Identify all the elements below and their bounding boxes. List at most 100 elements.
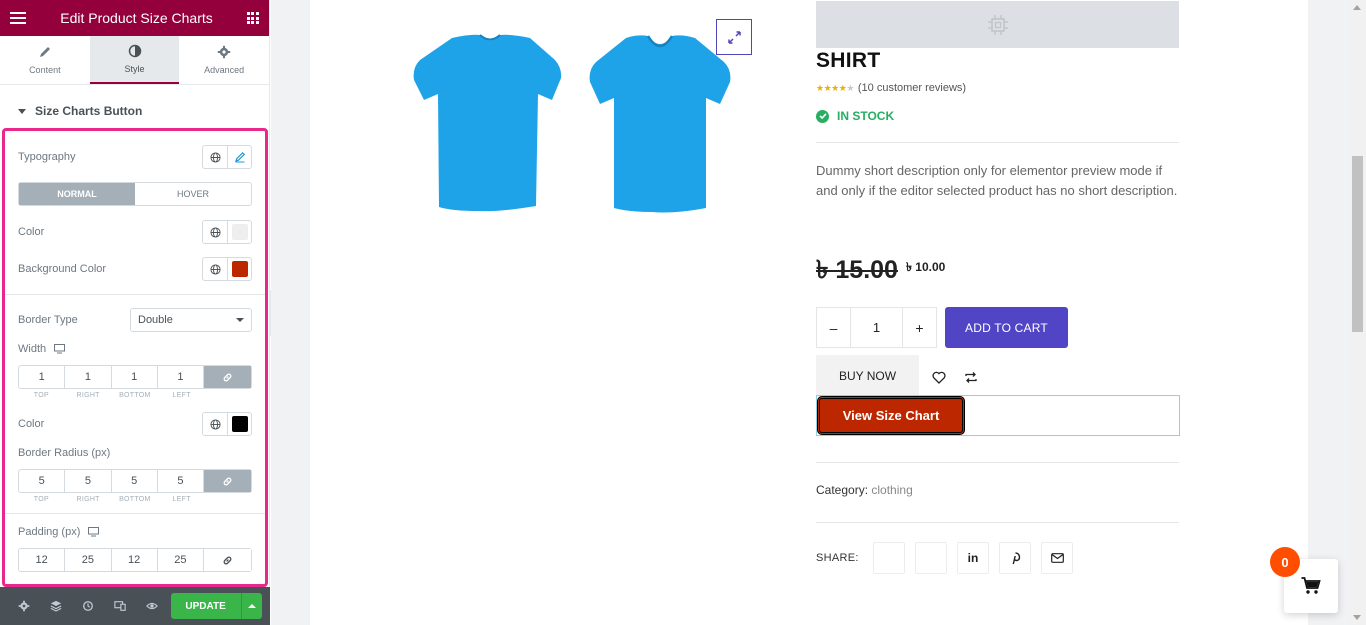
background-color-buttons bbox=[202, 257, 252, 281]
padding-right[interactable]: 25 bbox=[65, 549, 112, 571]
padding-top[interactable]: 12 bbox=[19, 549, 66, 571]
wishlist-heart-icon[interactable] bbox=[932, 371, 946, 384]
tshirt-back-image bbox=[413, 34, 562, 212]
globe-icon[interactable] bbox=[203, 221, 227, 243]
globe-icon[interactable] bbox=[203, 146, 227, 168]
link-values-icon[interactable] bbox=[204, 366, 251, 388]
background-color-control: Background Color bbox=[5, 256, 265, 282]
add-to-cart-button[interactable]: ADD TO CART bbox=[945, 307, 1068, 348]
section-size-charts-button[interactable]: Size Charts Button bbox=[0, 95, 269, 127]
border-color-swatch[interactable] bbox=[227, 413, 251, 435]
padding-left[interactable]: 25 bbox=[158, 549, 204, 571]
desktop-icon[interactable] bbox=[88, 527, 100, 537]
padding-bottom[interactable]: 12 bbox=[112, 549, 158, 571]
caret-up-icon bbox=[247, 604, 256, 608]
dim-label-top: TOP bbox=[33, 392, 49, 399]
app: Edit Product Size Charts Content Style A… bbox=[0, 0, 1366, 625]
scroll-down-arrow-icon[interactable] bbox=[1353, 615, 1361, 620]
linkedin-share-button[interactable]: in bbox=[957, 542, 989, 574]
category-link[interactable]: clothing bbox=[871, 483, 912, 497]
update-options-button[interactable] bbox=[240, 593, 263, 619]
globe-icon[interactable] bbox=[203, 258, 227, 280]
border-radius-left[interactable]: 5 bbox=[158, 470, 204, 492]
divider bbox=[5, 294, 265, 295]
tab-hover[interactable]: HOVER bbox=[135, 183, 251, 205]
radius-dim-labels: TOP RIGHT BOTTOM LEFT bbox=[18, 496, 252, 503]
twitter-share-button[interactable] bbox=[915, 542, 947, 574]
category-label: Category: bbox=[816, 483, 869, 497]
desktop-icon[interactable] bbox=[54, 344, 66, 354]
product-title: SHIRT bbox=[816, 49, 881, 72]
scroll-up-arrow-icon[interactable] bbox=[1353, 5, 1361, 10]
edit-pencil-icon[interactable] bbox=[227, 146, 251, 168]
border-width-left[interactable]: 1 bbox=[158, 366, 204, 388]
border-radius-top[interactable]: 5 bbox=[19, 470, 66, 492]
share-label: SHARE: bbox=[816, 552, 859, 564]
zoom-expand-button[interactable] bbox=[716, 19, 752, 55]
update-button[interactable]: UPDATE bbox=[170, 593, 241, 619]
linkedin-icon: in bbox=[967, 551, 979, 565]
border-color-control: Color bbox=[5, 411, 265, 437]
sale-price: ৳ 10.00 bbox=[906, 260, 946, 274]
border-width-right[interactable]: 1 bbox=[65, 366, 112, 388]
product-rating: ★ ★ ★ ★ ★ (10 customer reviews) bbox=[816, 82, 966, 94]
tab-advanced[interactable]: Advanced bbox=[179, 36, 269, 84]
border-color-buttons bbox=[202, 412, 252, 436]
buy-now-button[interactable]: BUY NOW bbox=[816, 355, 919, 397]
preview-eye-icon[interactable] bbox=[136, 587, 168, 625]
preview-canvas: SHIRT ★ ★ ★ ★ ★ (10 customer reviews) IN STO… bbox=[271, 0, 1366, 625]
link-values-icon[interactable] bbox=[204, 549, 251, 571]
page-scrollbar[interactable] bbox=[1349, 0, 1366, 625]
background-color-swatch[interactable] bbox=[227, 258, 251, 280]
navigator-layers-icon[interactable] bbox=[40, 587, 72, 625]
tab-style[interactable]: Style bbox=[89, 36, 180, 84]
tab-content-label: Content bbox=[29, 65, 61, 75]
color-label: Color bbox=[18, 226, 45, 238]
link-values-icon[interactable] bbox=[204, 470, 251, 492]
email-share-button[interactable] bbox=[1041, 542, 1073, 574]
quantity-increase-button[interactable]: + bbox=[902, 308, 936, 347]
responsive-mode-icon[interactable] bbox=[104, 587, 136, 625]
tab-normal[interactable]: NORMAL bbox=[19, 183, 135, 205]
panel-header: Edit Product Size Charts bbox=[0, 0, 269, 36]
quantity-decrease-button[interactable]: – bbox=[817, 308, 851, 347]
shopping-cart-icon bbox=[1301, 577, 1321, 594]
globe-icon[interactable] bbox=[203, 413, 227, 435]
compare-arrows-icon[interactable] bbox=[964, 371, 978, 384]
border-radius-label: Border Radius (px) bbox=[18, 447, 111, 459]
hamburger-menu-icon[interactable] bbox=[10, 12, 26, 24]
customer-reviews-link[interactable]: (10 customer reviews) bbox=[858, 82, 966, 94]
border-width-top[interactable]: 1 bbox=[19, 366, 66, 388]
border-color-label: Color bbox=[18, 418, 45, 430]
scrollbar-thumb[interactable] bbox=[1352, 156, 1363, 332]
padding-inputs: 12 25 12 25 bbox=[18, 548, 252, 572]
widgets-grid-icon[interactable] bbox=[246, 12, 259, 24]
quantity-input[interactable]: 1 bbox=[851, 308, 902, 347]
pinterest-share-button[interactable] bbox=[999, 542, 1031, 574]
dim-label-bottom: BOTTOM bbox=[119, 496, 151, 503]
placeholder-image bbox=[816, 1, 1179, 48]
padding-label: Padding (px) bbox=[18, 526, 81, 538]
tab-style-label: Style bbox=[124, 64, 145, 74]
color-swatch[interactable] bbox=[227, 221, 251, 243]
gear-icon bbox=[217, 45, 231, 59]
dim-label-right: RIGHT bbox=[76, 392, 100, 399]
typography-buttons bbox=[202, 145, 252, 169]
star-rating-icon: ★ ★ ★ ★ ★ bbox=[816, 82, 854, 93]
border-width-bottom[interactable]: 1 bbox=[112, 366, 158, 388]
product-image[interactable] bbox=[390, 20, 750, 220]
check-circle-icon bbox=[816, 109, 829, 123]
border-radius-bottom[interactable]: 5 bbox=[112, 470, 158, 492]
facebook-share-button[interactable] bbox=[873, 542, 905, 574]
tab-content[interactable]: Content bbox=[0, 36, 90, 84]
border-radius-right[interactable]: 5 bbox=[65, 470, 112, 492]
background-color-label: Background Color bbox=[18, 263, 107, 275]
border-type-select[interactable]: Double bbox=[130, 308, 252, 332]
view-size-chart-button[interactable]: View Size Chart bbox=[817, 396, 965, 435]
size-chart-widget: View Size Chart bbox=[816, 395, 1180, 436]
divider bbox=[816, 522, 1179, 523]
history-icon[interactable] bbox=[72, 587, 104, 625]
pencil-icon bbox=[39, 47, 50, 57]
settings-gear-icon[interactable] bbox=[8, 587, 40, 625]
editor-panel: Edit Product Size Charts Content Style A… bbox=[0, 0, 270, 625]
